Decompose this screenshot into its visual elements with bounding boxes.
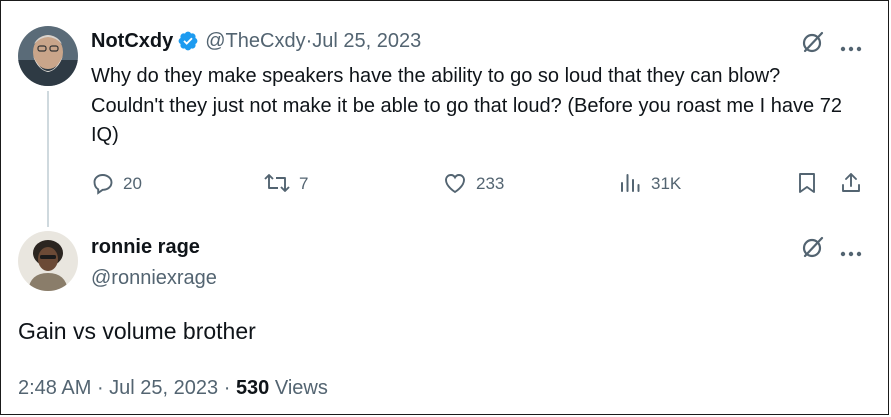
reply-display-name[interactable]: ronnie rage xyxy=(91,236,200,259)
meta-separator: · xyxy=(305,29,313,52)
more-icon[interactable] xyxy=(839,244,863,257)
like-count: 233 xyxy=(476,174,505,193)
views-icon[interactable] xyxy=(619,171,641,195)
reply-text: Gain vs volume brother xyxy=(18,318,256,344)
reply-views-count: 530 xyxy=(235,377,270,399)
tweet-header: NotCxdy @TheCxdy · Jul 25, 2023 xyxy=(91,28,421,54)
reply-handle[interactable]: @ronniexrage xyxy=(91,267,217,290)
avatar-notcxdy[interactable] xyxy=(18,26,78,86)
grok-icon[interactable] xyxy=(800,234,826,260)
reply-meta: 2:48 AM · Jul 25, 2023 · 530 Views xyxy=(18,377,328,400)
more-icon[interactable] xyxy=(839,39,863,52)
bookmark-icon[interactable] xyxy=(797,171,817,195)
thread-line xyxy=(47,91,49,227)
meta-separator: · xyxy=(218,377,236,399)
author-display-name[interactable]: NotCxdy xyxy=(91,30,173,53)
reply-date[interactable]: Jul 25, 2023 xyxy=(109,377,218,399)
reply-time[interactable]: 2:48 AM xyxy=(18,377,91,399)
grok-icon[interactable] xyxy=(800,29,826,55)
share-icon[interactable] xyxy=(839,171,863,195)
tweet-screenshot-frame: NotCxdy @TheCxdy · Jul 25, 2023 Why do t… xyxy=(0,0,889,415)
meta-separator: · xyxy=(91,377,110,399)
tweet-text: Why do they make speakers have the abili… xyxy=(91,65,842,146)
reply-icon[interactable] xyxy=(91,171,115,195)
tweet-date[interactable]: Jul 25, 2023 xyxy=(312,30,421,53)
views-count: 31K xyxy=(651,174,682,193)
avatar-ronnierage[interactable] xyxy=(18,231,78,291)
like-icon[interactable] xyxy=(442,171,468,195)
retweet-count: 7 xyxy=(299,174,309,193)
reply-count: 20 xyxy=(123,174,142,193)
retweet-icon[interactable] xyxy=(263,171,291,195)
verified-badge-icon xyxy=(177,30,199,52)
reply-views-label: Views xyxy=(269,377,328,399)
author-handle[interactable]: @TheCxdy xyxy=(205,30,305,53)
